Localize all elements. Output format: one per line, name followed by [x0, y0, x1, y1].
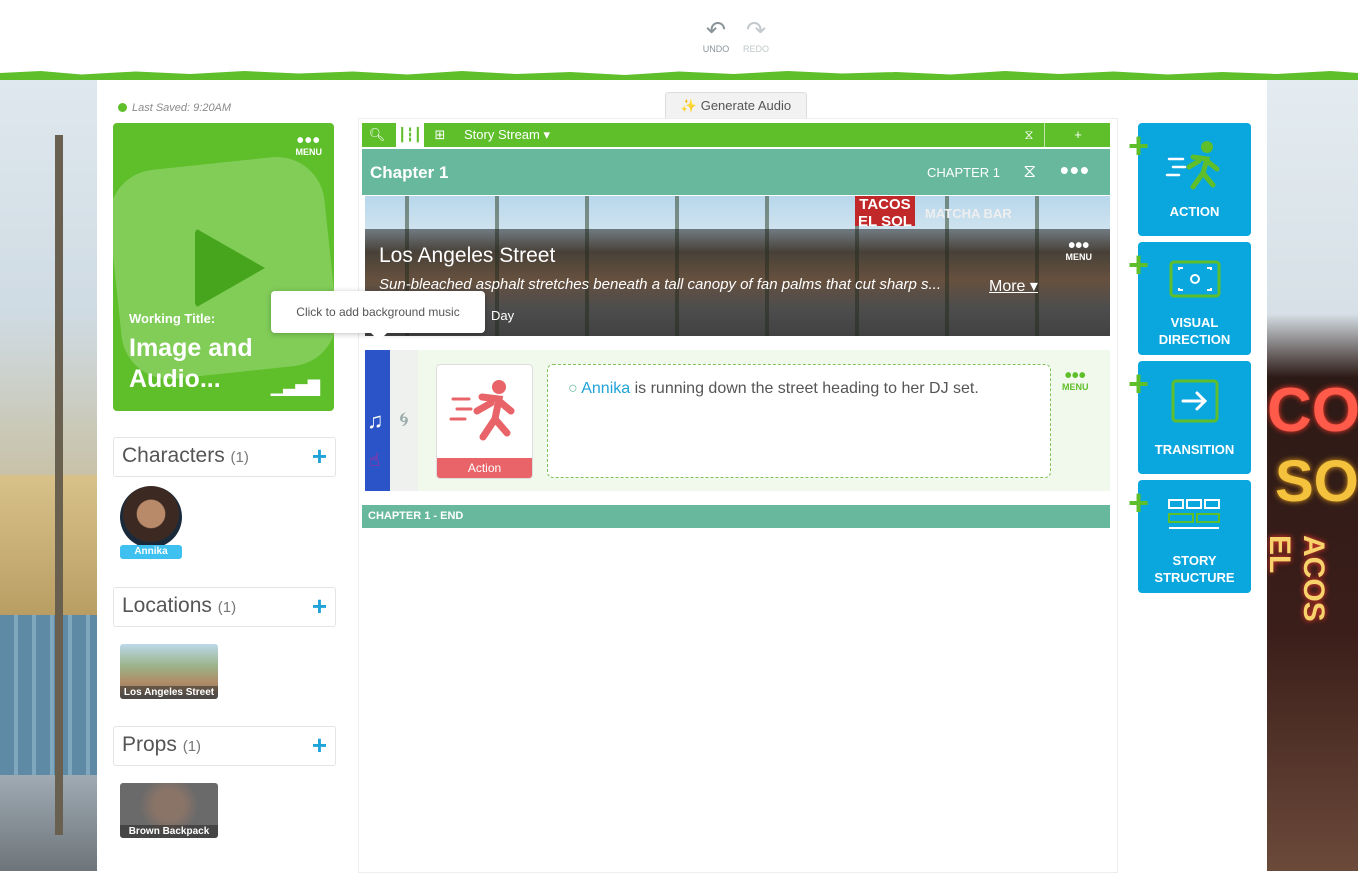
avatar[interactable] — [120, 486, 182, 548]
chapter-end-bar: CHAPTER 1 - END — [362, 505, 1110, 528]
add-transition-tile[interactable]: + TRANSITION — [1128, 361, 1251, 474]
background-building — [0, 475, 97, 615]
story-stream-toolbar: 🔍︎ ┃┇┃ ⊞ Story Stream ▾ ⧖ + — [362, 123, 1110, 147]
background-photo-left — [0, 75, 97, 871]
character-name-tag: Annika — [120, 545, 182, 559]
grass-divider — [0, 71, 1358, 80]
action-menu-button[interactable]: ••• MENU — [1062, 365, 1089, 392]
add-block-icon[interactable]: ⊞ — [428, 123, 452, 147]
project-menu-button[interactable]: ••• MENU — [296, 130, 323, 157]
more-dots-icon: ••• — [296, 130, 321, 152]
add-action-tile[interactable]: + ACTION — [1128, 123, 1251, 236]
redo-icon: ↷ — [745, 17, 767, 44]
top-toolbar: ↶ UNDO ↷ REDO — [0, 0, 1358, 80]
props-section: Props (1) + — [113, 726, 336, 766]
add-character-button[interactable]: + — [312, 441, 327, 472]
more-link[interactable]: More ▾ — [989, 276, 1038, 296]
more-dots-icon: ••• — [1064, 365, 1086, 387]
characters-label: Characters — [122, 444, 225, 467]
background-glass-storefront — [0, 615, 97, 775]
camera-focus-icon — [1138, 258, 1251, 307]
background-neon-sign: SOL — [1275, 449, 1358, 514]
transition-tile-label: TRANSITION — [1154, 442, 1235, 457]
locations-label: Locations — [122, 594, 212, 617]
play-icon — [195, 228, 265, 308]
generate-audio-button[interactable]: ✨ Generate Audio — [665, 92, 807, 119]
add-location-button[interactable]: + — [312, 591, 327, 622]
location-thumbnail[interactable]: Los Angeles Street — [120, 644, 218, 699]
more-dots-icon: ••• — [1068, 235, 1090, 257]
music-note-icon[interactable]: ♫ — [367, 408, 384, 434]
background-neon-sign: COS — [1267, 376, 1358, 445]
hourglass-icon[interactable]: ⧖ — [1014, 123, 1045, 147]
locations-section: Locations (1) + — [113, 587, 336, 627]
character-mention[interactable]: Annika — [581, 380, 630, 397]
working-title-label: Working Title: — [129, 311, 216, 326]
chapter-label: CHAPTER 1 — [927, 165, 1000, 180]
story-structure-icon — [1138, 496, 1251, 541]
redo-button[interactable]: ↷ REDO — [738, 17, 774, 55]
project-card[interactable]: ••• MENU Working Title: Image and Audio.… — [113, 123, 334, 411]
background-music-bar[interactable]: ♫ ☝ — [365, 350, 390, 491]
add-prop-button[interactable]: + — [312, 730, 327, 761]
action-card-label: Action — [437, 458, 532, 478]
prop-thumbnail-label: Brown Backpack — [120, 825, 218, 838]
redo-label: REDO — [742, 44, 769, 54]
chapter-title[interactable]: Chapter 1 — [370, 163, 448, 183]
location-menu-button[interactable]: ••• MENU — [1066, 235, 1093, 262]
last-saved-status: Last Saved: 9:20AM — [118, 102, 231, 114]
signal-bars-icon[interactable]: ▁▃▅▇ — [271, 377, 320, 397]
chapter-menu-button[interactable]: ••• — [1060, 155, 1090, 186]
prop-thumbnail[interactable]: Brown Backpack — [120, 783, 218, 838]
running-figure-icon — [1138, 139, 1251, 200]
action-text-box[interactable]: ○ Annika is running down the street head… — [547, 364, 1051, 478]
add-chapter-button[interactable]: + — [1046, 123, 1110, 147]
running-figure-icon — [449, 380, 515, 441]
undo-icon: ↶ — [705, 17, 727, 44]
story-structure-tile-label: STORY STRUCTURE — [1154, 553, 1235, 585]
characters-count: (1) — [230, 449, 249, 466]
sparkle-icon: ✨ — [680, 98, 698, 113]
locations-count: (1) — [217, 599, 237, 616]
background-music-tooltip: Click to add background music — [271, 291, 485, 341]
visual-direction-tile-label: VISUAL DIRECTION — [1158, 315, 1231, 347]
location-title: Los Angeles Street — [379, 244, 556, 267]
character-link-icon: ○ — [568, 380, 578, 397]
action-description: is running down the street heading to he… — [630, 380, 979, 397]
location-image-sign: TACOS EL SOL — [855, 196, 915, 230]
add-story-structure-tile[interactable]: + STORY STRUCTURE — [1128, 480, 1251, 593]
saved-dot-icon — [118, 103, 127, 112]
action-card[interactable]: Action — [436, 364, 533, 479]
audio-waveform-icon[interactable]: ┃┇┃ — [396, 123, 424, 147]
characters-section: Characters (1) + — [113, 437, 336, 477]
location-image-sign: MATCHA BAR — [925, 206, 1012, 221]
background-palm-trunk — [55, 135, 63, 835]
hourglass-icon[interactable]: ⧖ — [1023, 161, 1036, 182]
props-count: (1) — [182, 738, 202, 755]
location-time: Day — [491, 308, 515, 323]
chapter-header: Chapter 1 CHAPTER 1 ⧖ ••• — [362, 149, 1110, 195]
props-label: Props — [122, 733, 177, 756]
location-thumbnail-label: Los Angeles Street — [120, 686, 218, 699]
story-stream-dropdown[interactable]: Story Stream ▾ — [462, 123, 552, 147]
pointer-cursor-icon: ☝ — [369, 450, 380, 470]
search-icon[interactable]: 🔍︎ — [362, 123, 392, 147]
transition-arrow-icon — [1138, 377, 1251, 430]
undo-label: UNDO — [702, 44, 730, 54]
undo-button[interactable]: ↶ UNDO — [698, 17, 734, 55]
add-visual-direction-tile[interactable]: + VISUAL DIRECTION — [1128, 242, 1251, 355]
action-tile-label: ACTION — [1169, 204, 1220, 219]
sound-effect-icon[interactable]: 🌀︎ — [390, 350, 418, 491]
